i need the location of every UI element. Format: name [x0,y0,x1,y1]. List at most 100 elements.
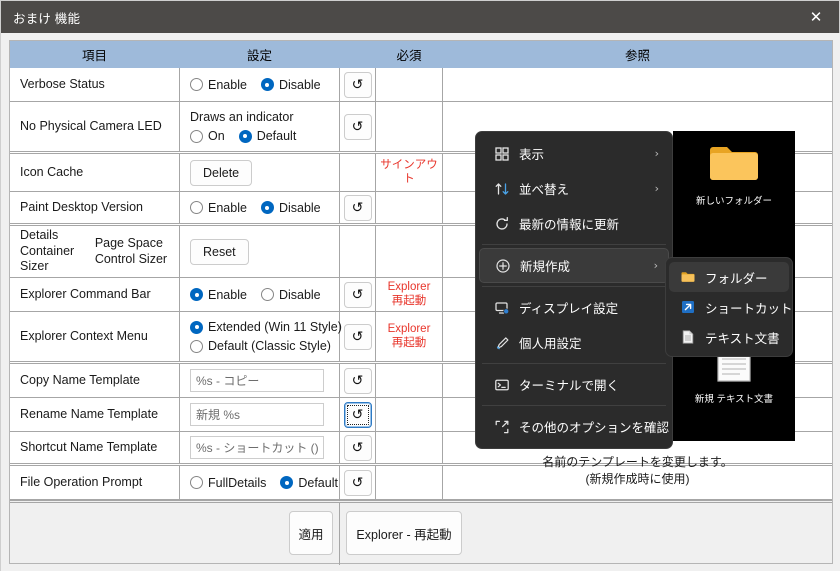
radio-option[interactable]: Default [280,476,338,490]
row-item-label-cell: Explorer Context Menu [10,312,180,361]
radio-dot-icon[interactable] [260,201,274,214]
template-text-input[interactable] [190,369,324,392]
row-setting-cell: Reset [180,226,340,277]
submenu-item[interactable]: ショートカット [669,292,793,322]
radio-dot-icon[interactable] [190,320,203,334]
context-menu-item[interactable]: ディスプレイ設定 [479,290,669,325]
undo-button[interactable]: ↺ [343,434,372,461]
apply-button[interactable]: 適用 [289,511,333,555]
row-undo-cell [340,154,376,191]
template-text-input[interactable] [190,403,324,426]
radio-group: On Default [190,129,296,143]
menu-separator [482,286,666,287]
radio-label: FullDetails [208,475,267,490]
row-item-label-cell: File Operation Prompt [10,466,180,499]
radio-option[interactable]: Enable [190,288,247,302]
row-item-label: Shortcut Name Template [20,439,158,454]
context-menu-item-label: ターミナルで開く [519,379,620,393]
radio-dot-icon[interactable] [238,129,252,143]
plus-circle-icon [496,258,510,273]
row-item-label: File Operation Prompt [20,474,143,489]
chevron-right-icon: › [653,259,658,272]
row-item-label: Explorer Command Bar [20,286,151,301]
reference-caption-line2: (新規作成時に使用) [585,472,690,487]
undo-button[interactable]: ↺ [343,401,372,428]
context-menu-item-label: 表示 [519,148,545,162]
row-required-cell: Explorer 再起動 [376,278,443,311]
required-note: サインアウト [380,159,438,185]
row-required-cell [376,432,443,463]
menu-separator [482,405,666,406]
folder-icon [677,269,699,285]
row-setting-cell [180,432,340,463]
context-menu-item[interactable]: その他のオプションを確認 [479,409,669,444]
radio-option[interactable]: On [190,129,225,143]
radio-dot-icon[interactable] [190,288,203,301]
undo-button[interactable]: ↺ [343,71,372,98]
context-menu-item[interactable]: 並べ替え › [479,171,669,206]
text-document-icon [677,329,699,345]
close-icon[interactable]: ✕ [793,1,839,33]
radio-label: Disable [278,287,321,302]
radio-option[interactable]: FullDetails [190,476,266,490]
radio-dot-icon[interactable] [190,201,203,214]
radio-dot-icon[interactable] [190,476,203,489]
radio-option[interactable]: Default (Classic Style) [190,339,331,353]
context-menu-item[interactable]: 最新の情報に更新 [479,206,669,241]
row-required-cell [376,398,443,431]
context-menu-item[interactable]: ターミナルで開く [479,367,669,402]
row-item-label-second: Page Space Control Sizer [94,235,168,266]
new-submenu: フォルダーショートカット テキスト文書 [665,257,793,357]
submenu-item-label: フォルダー [705,271,768,286]
radio-label: On [208,129,225,143]
row-item-label-cell: Icon Cache [10,154,180,191]
menu-separator [482,363,666,364]
settings-panel: 項目 設定 必須 参照 Verbose Status Enable Disable ↺… [9,40,833,565]
undo-button[interactable]: ↺ [343,113,372,140]
undo-button[interactable]: ↺ [343,281,372,308]
undo-button[interactable]: ↺ [343,323,372,350]
radio-option[interactable]: Enable [190,78,247,92]
restart-explorer-button[interactable]: Explorer - 再起動 [346,511,462,555]
desktop-icon-caption: 新しいフォルダー [695,196,772,207]
submenu-item[interactable]: フォルダー [669,262,789,292]
radio-dot-icon[interactable] [280,476,294,489]
sort-arrows-icon [495,182,509,195]
context-menu-item-label: その他のオプションを確認 [519,421,670,435]
radio-option[interactable]: Disable [260,201,321,215]
template-text-input[interactable] [190,436,324,459]
omake-features-window: おまけ 機能 ✕ 項目 設定 必須 参照 Verbose Status Enabl… [0,0,840,571]
radio-group: Enable Disable [190,78,321,92]
radio-option[interactable]: Disable [260,287,321,302]
row-item-label: Icon Cache [20,164,84,179]
row-item-label: Verbose Status [20,76,105,91]
undo-button[interactable]: ↺ [343,469,372,496]
submenu-item[interactable]: テキスト文書 [669,322,789,352]
radio-dot-icon[interactable] [190,129,203,143]
context-menu-item[interactable]: 表示 › [479,136,669,171]
radio-option[interactable]: Extended (Win 11 Style) [190,320,342,334]
window-title: おまけ 機能 [13,11,81,26]
radio-option[interactable]: Disable [260,78,321,92]
radio-option[interactable]: Enable [190,201,247,215]
row-undo-cell: ↺ [340,278,376,311]
radio-dot-icon[interactable] [260,78,274,91]
context-menu-item-label: 個人用設定 [519,337,582,351]
radio-dot-icon[interactable] [190,339,203,353]
radio-option[interactable]: Default [238,129,296,143]
column-header-required: 必須 [376,41,443,68]
setting-action-button[interactable]: Reset [190,238,249,265]
setting-action-button[interactable]: Delete [190,159,253,186]
row-setting-cell [180,398,340,431]
reference-pane: 新しいフォルダー 新規 テキスト文書 表示 › 並べ替え › 最新の情報に更新 … [443,69,832,532]
context-menu-item[interactable]: 新規作成 › [479,248,669,283]
chevron-right-icon: › [654,182,659,195]
undo-button[interactable]: ↺ [343,367,372,394]
context-menu-item[interactable]: 個人用設定 [479,325,669,360]
undo-button[interactable]: ↺ [343,194,372,221]
row-required-cell [376,192,443,223]
radio-dot-icon[interactable] [190,78,203,91]
row-item-label-cell: Copy Name Template [10,364,180,397]
radio-dot-icon[interactable] [260,288,274,301]
row-required-cell [376,466,443,499]
